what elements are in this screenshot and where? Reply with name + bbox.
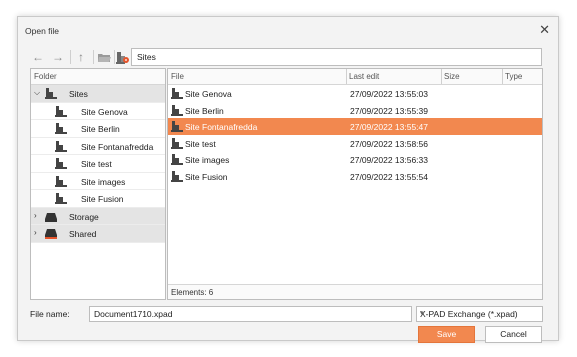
tree-item-sites[interactable]: ⌵ Sites [31,85,165,103]
dialog-title: Open file [25,26,60,36]
site-icon [45,88,57,99]
tree-item-label: Storage [69,211,99,222]
file-name-cell: Site Berlin [185,105,224,116]
file-list-panel: File Last edit Size Type Site Genova 27/… [167,68,543,300]
element-count: Elements: 6 [171,288,214,297]
folder-tree-panel: Folder ⌵ Sites Site Genova Site Berlin S… [30,68,166,300]
last-edit-cell: 27/09/2022 13:56:33 [350,155,428,165]
table-row[interactable]: Site test 27/09/2022 13:58:56 [168,135,542,152]
tree-item-site-genova[interactable]: Site Genova [31,103,165,120]
folder-open-icon[interactable] [97,50,111,64]
tree-item-label: Site Genova [81,106,128,117]
file-type-select[interactable]: X-PAD Exchange (*.xpad) ▾ [416,306,543,322]
file-name-cell: Site Genova [185,89,232,99]
table-row[interactable]: Site images 27/09/2022 13:56:33 [168,151,542,168]
tree-item-label: Site Fusion [81,194,124,204]
chevron-down-icon[interactable]: ▾ [420,309,539,317]
site-icon [55,123,67,134]
cancel-button[interactable]: Cancel [485,326,542,343]
last-edit-cell: 27/09/2022 13:55:39 [350,105,428,116]
file-name-cell: Site test [185,138,216,149]
tree-item-site-images[interactable]: Site images [31,173,165,190]
site-icon [55,140,67,152]
last-edit-cell: 27/09/2022 13:55:54 [350,171,428,182]
site-icon [171,104,183,116]
site-icon [171,137,183,149]
tree-item-label: Site Fontanafredda [81,141,154,152]
tree-item-site-berlin[interactable]: Site Berlin [31,120,165,138]
new-site-icon[interactable] [115,50,129,64]
column-header-size[interactable]: Size [441,69,503,84]
address-bar[interactable]: Sites [131,48,542,66]
forward-arrow-icon[interactable]: → [51,50,65,64]
site-icon [55,193,67,204]
tree-item-storage[interactable]: › Storage [31,207,165,225]
toolbar: ← → ↑ Sites [31,47,556,67]
column-header-last-edit[interactable]: Last edit [346,69,442,84]
tree-item-label: Site Berlin [81,124,120,134]
toolbar-divider [70,50,71,64]
open-file-dialog: Open file ✕ ← → ↑ Sites Folder ⌵ Sites S [17,16,559,343]
site-icon [55,105,67,117]
tree-item-label: Sites [69,89,88,99]
site-icon [55,158,67,169]
shared-storage-icon [45,229,57,239]
chevron-right-icon[interactable]: › [34,228,37,237]
address-text: Sites [137,52,156,62]
folder-header: Folder [31,69,165,85]
toolbar-divider [93,50,94,64]
up-arrow-icon[interactable]: ↑ [74,50,88,64]
tree-item-shared[interactable]: › Shared [31,225,165,243]
tree-item-site-test[interactable]: Site test [31,155,165,173]
save-button[interactable]: Save [418,326,475,343]
site-icon [171,88,183,99]
file-name-cell: Site Fusion [185,171,228,182]
table-row[interactable]: Site Berlin 27/09/2022 13:55:39 [168,102,542,119]
file-name-cell: Site images [185,155,230,165]
chevron-down-icon[interactable]: ⌵ [34,88,40,98]
site-icon [171,154,183,165]
column-header-type[interactable]: Type [502,69,542,84]
status-bar: Elements: 6 [168,284,542,299]
tree-item-label: Site test [81,159,112,169]
title-bar: Open file ✕ [18,17,558,43]
tree-item-site-fusion[interactable]: Site Fusion [31,190,165,208]
close-icon[interactable]: ✕ [539,22,550,38]
last-edit-cell: 27/09/2022 13:55:03 [350,89,428,99]
chevron-right-icon[interactable]: › [34,211,37,220]
table-row-selected[interactable]: Site Fontanafredda 27/09/2022 13:55:47 [168,118,542,135]
file-name-field[interactable]: Document1710.xpad [89,306,412,322]
tree-item-label: Site images [81,176,126,187]
site-icon [171,121,183,132]
file-name-cell: Site Fontanafredda [185,122,258,132]
last-edit-cell: 27/09/2022 13:58:56 [350,138,428,149]
back-arrow-icon[interactable]: ← [31,50,45,64]
site-icon [171,170,183,182]
file-name-label: File name: [30,309,70,319]
folder-header-label: Folder [34,72,57,81]
last-edit-cell: 27/09/2022 13:55:47 [350,122,428,132]
column-headers: File Last edit Size Type [168,69,542,85]
column-header-file[interactable]: File [168,69,347,84]
table-row[interactable]: Site Fusion 27/09/2022 13:55:54 [168,168,542,185]
tree-item-label: Shared [69,229,97,239]
storage-icon [45,212,57,222]
file-name-value: Document1710.xpad [94,309,173,319]
table-row[interactable]: Site Genova 27/09/2022 13:55:03 [168,85,542,102]
tree-item-site-fontanafredda[interactable]: Site Fontanafredda [31,138,165,155]
site-icon [55,175,67,187]
